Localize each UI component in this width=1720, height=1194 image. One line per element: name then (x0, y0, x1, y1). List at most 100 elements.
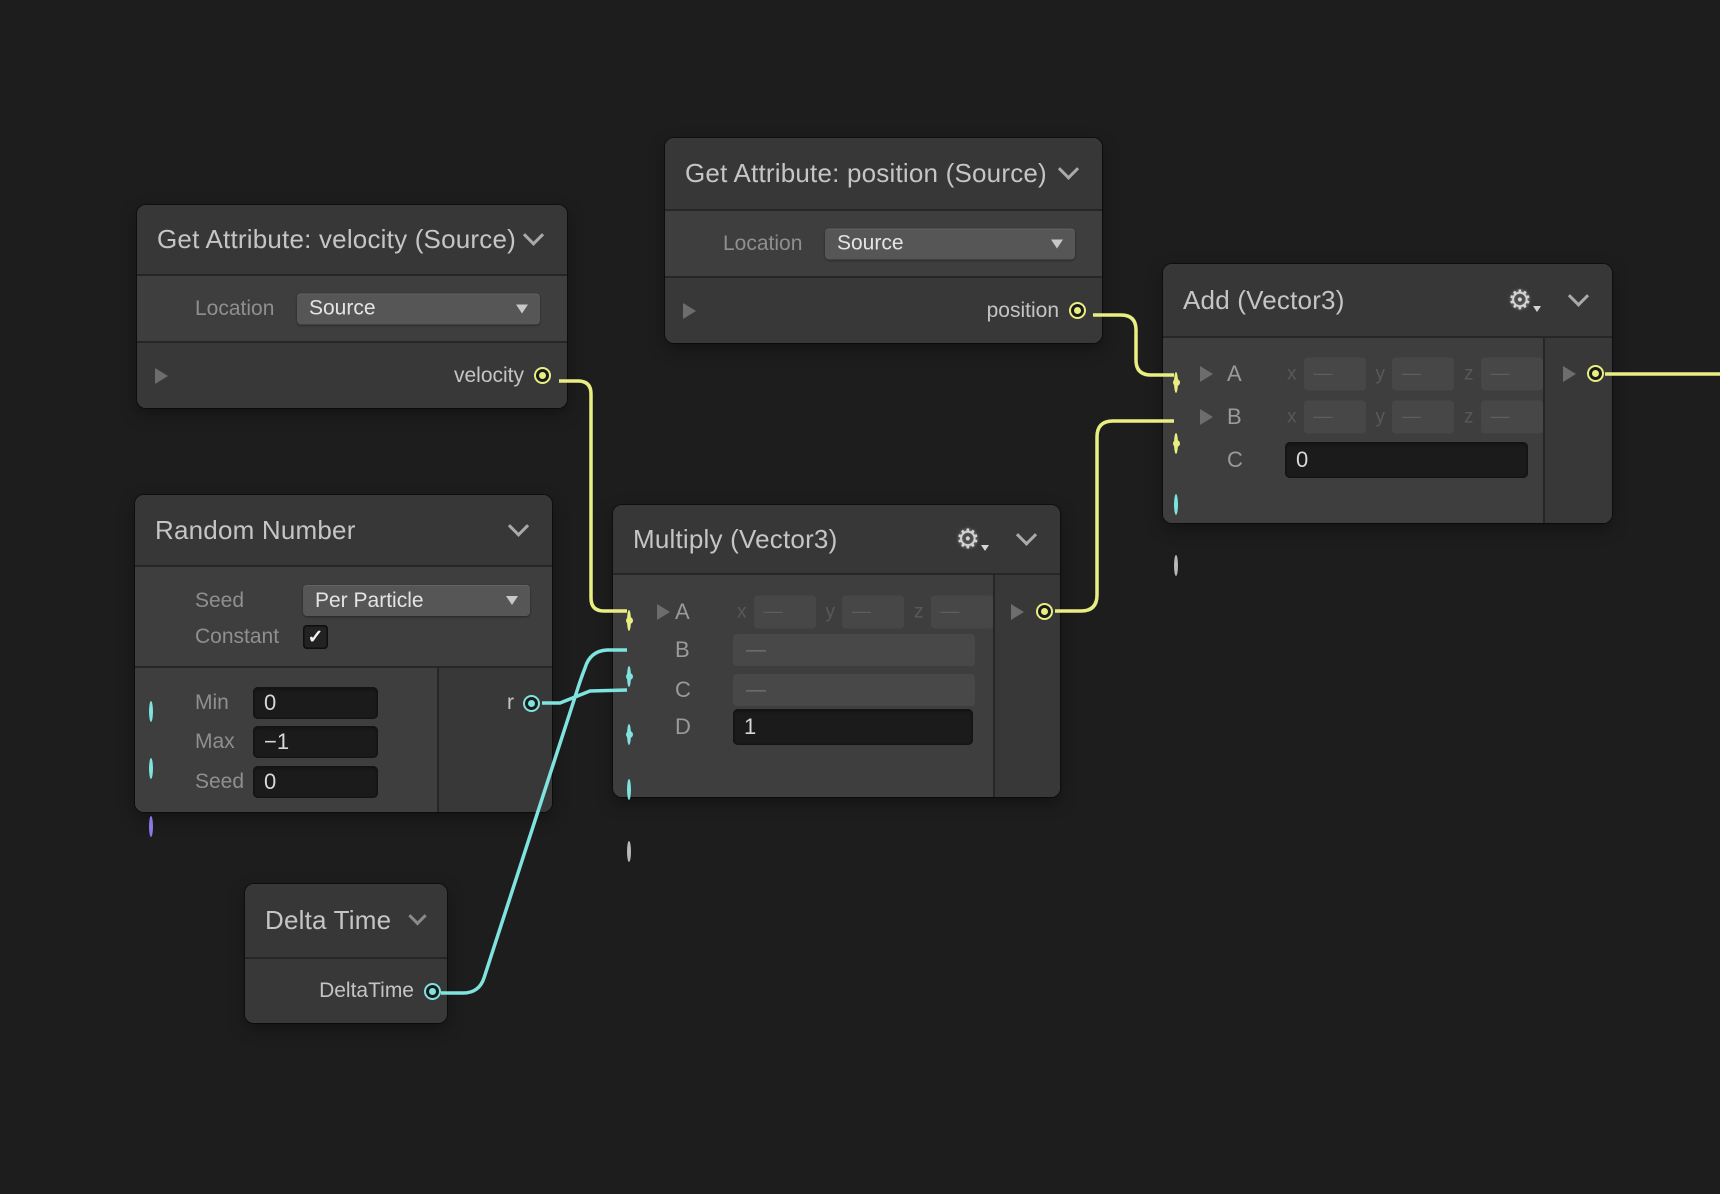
location-dropdown[interactable]: Source (825, 228, 1075, 259)
axis-y-label: y (1376, 363, 1386, 385)
port-in-b[interactable] (627, 666, 631, 687)
value-field-max[interactable]: −1 (253, 726, 378, 758)
axis-z-field: — (1481, 401, 1543, 434)
location-label: Location (723, 232, 802, 256)
gear-icon[interactable]: ⚙ (956, 526, 989, 553)
port-in-a[interactable] (627, 610, 631, 631)
axis-x-field: — (1304, 401, 1366, 434)
port-out-position[interactable] (1069, 302, 1086, 319)
port-out-r[interactable] (523, 695, 540, 712)
port-out-result[interactable] (1587, 365, 1604, 382)
dropdown-arrow-icon (506, 596, 518, 605)
axis-y-field: — (842, 596, 904, 629)
axis-x-field: — (1304, 358, 1366, 391)
axis-z-label: z (914, 601, 924, 623)
node-body: A x— y— z— B — C — (613, 575, 1060, 797)
expand-triangle-icon[interactable] (1011, 604, 1024, 620)
check-icon: ✓ (308, 626, 324, 649)
port-in-c[interactable] (1174, 494, 1178, 515)
chevron-down-icon[interactable] (1016, 524, 1037, 545)
settings-section: Seed Per Particle Constant ✓ (135, 567, 552, 668)
expand-triangle-icon[interactable] (155, 368, 168, 384)
constant-checkbox[interactable]: ✓ (303, 625, 328, 649)
port-activation[interactable] (627, 841, 631, 862)
gear-caret-icon (981, 545, 989, 551)
value-field-d[interactable]: 1 (733, 709, 973, 745)
output-label: velocity (454, 364, 524, 388)
node-header[interactable]: Multiply (Vector3) ⚙ (613, 505, 1060, 575)
node-get-attribute-position[interactable]: Get Attribute: position (Source) Locatio… (665, 138, 1102, 343)
edge-multiply-out-to-add-b[interactable] (1055, 421, 1174, 611)
axis-x-label: x (737, 601, 747, 623)
node-delta-time[interactable]: Delta Time DeltaTime (245, 884, 447, 1023)
expand-triangle-icon[interactable] (1200, 409, 1213, 425)
input-label: Seed (195, 770, 244, 794)
port-in-b[interactable] (1174, 433, 1178, 454)
gear-icon[interactable]: ⚙ (1508, 287, 1541, 314)
port-out-deltatime[interactable] (424, 983, 441, 1000)
node-header[interactable]: Add (Vector3) ⚙ (1163, 264, 1612, 338)
value-field-c[interactable]: 0 (1285, 442, 1528, 478)
input-label: A (675, 599, 690, 625)
dropdown-arrow-icon (516, 304, 528, 313)
output-column (993, 575, 1060, 797)
node-title: Add (Vector3) (1183, 285, 1345, 316)
vector3-ghost-fields: x— y— z— (1287, 358, 1543, 391)
axis-x-label: x (1287, 406, 1297, 428)
value-field-seed[interactable]: 0 (253, 766, 378, 798)
port-in-seed[interactable] (149, 816, 153, 837)
chevron-down-icon[interactable] (523, 225, 544, 246)
location-dropdown[interactable]: Source (297, 293, 540, 324)
node-get-attribute-velocity[interactable]: Get Attribute: velocity (Source) Locatio… (137, 205, 567, 408)
input-label: B (675, 637, 690, 663)
node-header[interactable]: Delta Time (245, 884, 447, 959)
node-header[interactable]: Get Attribute: position (Source) (665, 138, 1102, 211)
node-title: Delta Time (265, 905, 391, 936)
port-in-max[interactable] (149, 758, 153, 779)
port-in-d[interactable] (627, 779, 631, 800)
location-label: Location (195, 297, 274, 321)
input-label: A (1227, 361, 1242, 387)
output-column: r (437, 668, 552, 812)
node-header[interactable]: Get Attribute: velocity (Source) (137, 205, 567, 276)
node-random-number[interactable]: Random Number Seed Per Particle Constant… (135, 495, 552, 812)
port-in-a[interactable] (1174, 372, 1178, 393)
axis-y-label: y (1376, 406, 1386, 428)
input-label: Max (195, 730, 235, 754)
dropdown-value: Source (837, 232, 904, 256)
gear-caret-icon (1533, 306, 1541, 312)
vector3-ghost-fields: x— y— z— (737, 596, 993, 629)
edge-position-to-add-a[interactable] (1093, 315, 1174, 375)
output-row: position (665, 278, 1102, 343)
value-field-min[interactable]: 0 (253, 687, 378, 719)
input-label: Min (195, 691, 229, 715)
output-label: r (507, 691, 514, 715)
port-in-c[interactable] (627, 724, 631, 745)
node-header[interactable]: Random Number (135, 495, 552, 567)
port-out-velocity[interactable] (534, 367, 551, 384)
output-row-r: r (507, 686, 540, 720)
axis-y-field: — (1392, 358, 1454, 391)
port-activation[interactable] (1174, 555, 1178, 576)
output-label: position (987, 299, 1059, 323)
chevron-down-icon[interactable] (1568, 285, 1589, 306)
node-add-vector3[interactable]: Add (Vector3) ⚙ A x— y— z— (1163, 264, 1612, 523)
expand-triangle-icon[interactable] (657, 604, 670, 620)
port-out-result[interactable] (1036, 603, 1053, 620)
port-in-min[interactable] (149, 701, 153, 722)
expand-triangle-icon[interactable] (1200, 366, 1213, 382)
seed-mode-label: Seed (195, 589, 244, 613)
chevron-down-icon[interactable] (408, 907, 426, 925)
node-title: Random Number (155, 515, 356, 546)
chevron-down-icon[interactable] (1058, 159, 1079, 180)
node-multiply-vector3[interactable]: Multiply (Vector3) ⚙ A x— y— z— (613, 505, 1060, 797)
chevron-down-icon[interactable] (508, 515, 529, 536)
expand-triangle-icon[interactable] (1563, 366, 1576, 382)
location-row: Location Source (137, 276, 567, 343)
graph-canvas[interactable]: Get Attribute: velocity (Source) Locatio… (0, 0, 1720, 1194)
expand-triangle-icon[interactable] (683, 303, 696, 319)
dropdown-value: Source (309, 297, 376, 321)
node-title: Get Attribute: position (Source) (685, 158, 1047, 189)
seed-mode-dropdown[interactable]: Per Particle (303, 585, 530, 616)
axis-y-label: y (826, 601, 836, 623)
